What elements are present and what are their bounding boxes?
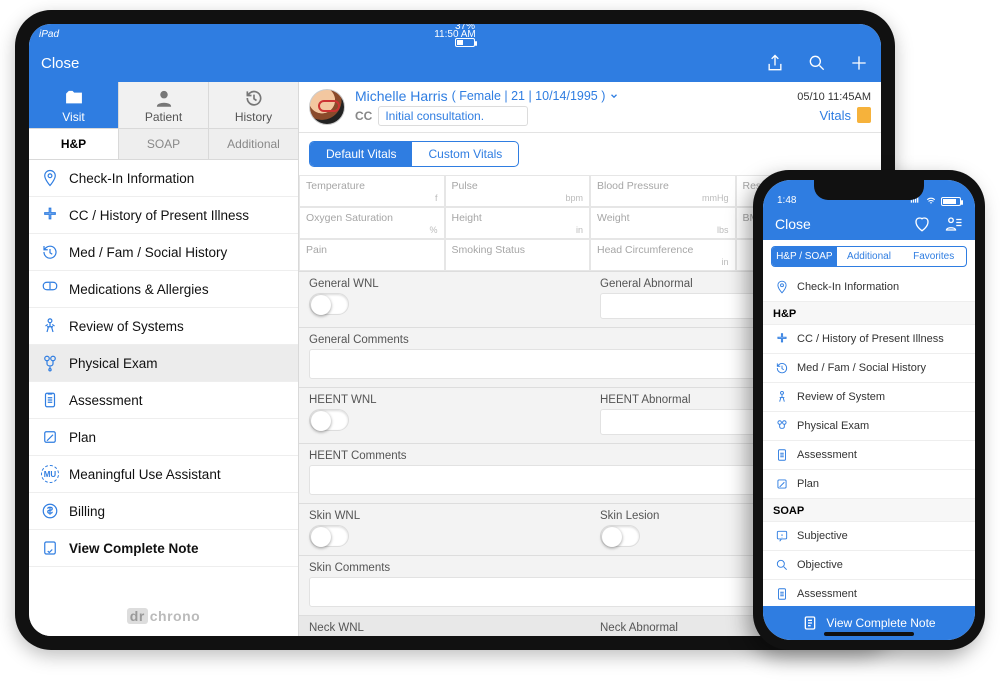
share-icon[interactable] [765,53,785,73]
iphone-segmented: H&P / SOAP Additional Favorites [771,246,967,267]
ph-pe[interactable]: Physical Exam [763,412,975,441]
ph-med-history[interactable]: Med / Fam / Social History [763,354,975,383]
ph-section-soap: SOAP [763,499,975,522]
ipad-nav-bar: Close [29,44,881,82]
ph-cc[interactable]: CC / History of Present Illness [763,325,975,354]
side-checkin[interactable]: Check-In Information [29,160,298,197]
vital-pulse[interactable]: Pulsebpm [445,175,591,207]
subtab-hp[interactable]: H&P [29,129,119,159]
iphone-device: 1:48 Close H&P / SOAP Additional Favorit… [753,170,985,650]
general-wnl-toggle[interactable] [309,293,349,315]
heart-icon[interactable] [913,215,931,233]
vital-temperature[interactable]: Temperaturef [299,175,445,207]
battery-icon [455,38,475,47]
ph-assessment[interactable]: Assessment [763,441,975,470]
sub-tabs: H&P SOAP Additional [29,129,298,160]
seg-favorites[interactable]: Favorites [901,247,966,266]
ph-objective[interactable]: Objective [763,551,975,580]
skin-lesion-toggle[interactable] [600,525,640,547]
notch [814,180,924,200]
patient-meta: ( Female | 21 | 10/14/1995 ) [452,89,606,103]
side-physical-exam[interactable]: Physical Exam [29,345,298,382]
skin-wnl: Skin WNL [299,503,590,555]
cc-field[interactable]: Initial consultation. [378,106,528,126]
iphone-screen: 1:48 Close H&P / SOAP Additional Favorit… [763,180,975,640]
tab-patient[interactable]: Patient [119,82,209,128]
plus-icon[interactable] [849,53,869,73]
vitals-segmented: Default Vitals Custom Vitals [309,141,519,167]
ph-section-hp: H&P [763,302,975,325]
home-indicator [824,632,914,636]
tab-history[interactable]: History [209,82,298,128]
general-wnl: General WNL [299,271,590,327]
skin-wnl-toggle[interactable] [309,525,349,547]
heent-wnl: HEENT WNL [299,387,590,443]
side-list: Check-In Information CC / History of Pre… [29,160,298,596]
ph-assessment2[interactable]: Assessment [763,580,975,606]
side-view-note[interactable]: View Complete Note [29,530,298,567]
tab-visit[interactable]: Visit [29,82,119,128]
ph-subjective[interactable]: Subjective [763,522,975,551]
left-panel: Visit Patient History H&P SOAP Additiona… [29,82,299,636]
seg-hp-soap[interactable]: H&P / SOAP [772,247,837,266]
iphone-list: Check-In Information H&P CC / History of… [763,273,975,606]
brand-label: drchrono [29,596,298,636]
mu-icon: MU [41,465,59,483]
vital-smoking[interactable]: Smoking Status [445,239,591,271]
neck-wnl: Neck WNL [299,615,590,636]
vital-height[interactable]: Heightin [445,207,591,239]
vitals-link[interactable]: Vitals [819,107,871,123]
patient-avatar[interactable] [309,89,345,125]
side-mu[interactable]: MUMeaningful Use Assistant [29,456,298,493]
top-tabs: Visit Patient History [29,82,298,129]
ipad-status-bar: iPad 11:50 AM 37% [29,24,881,44]
subtab-soap[interactable]: SOAP [119,129,209,159]
wifi-icon [925,196,937,206]
side-assessment[interactable]: Assessment [29,382,298,419]
user-menu-icon[interactable] [945,215,963,233]
ph-ros[interactable]: Review of System [763,383,975,412]
iphone-nav-bar: Close [763,208,975,240]
patient-bar: Michelle Harris ( Female | 21 | 10/14/19… [299,82,881,133]
tab-patient-label: Patient [145,110,182,124]
vital-head[interactable]: Head Circumferencein [590,239,736,271]
side-ros[interactable]: Review of Systems [29,308,298,345]
ph-plan[interactable]: Plan [763,470,975,499]
close-button[interactable]: Close [41,55,79,72]
document-icon [857,107,871,123]
seg-custom-vitals[interactable]: Custom Vitals [412,142,518,166]
vital-pain[interactable]: Pain [299,239,445,271]
ph-checkin[interactable]: Check-In Information [763,273,975,302]
search-icon[interactable] [807,53,827,73]
vital-o2[interactable]: Oxygen Saturation% [299,207,445,239]
heent-wnl-toggle[interactable] [309,409,349,431]
vital-bp[interactable]: Blood PressuremmHg [590,175,736,207]
side-cc[interactable]: CC / History of Present Illness [29,197,298,234]
tab-history-label: History [235,110,272,124]
battery-icon [941,197,961,206]
close-button[interactable]: Close [775,216,811,232]
chevron-down-icon[interactable] [609,91,619,101]
subtab-additional[interactable]: Additional [209,129,298,159]
status-time: 1:48 [777,195,796,206]
encounter-timestamp: 05/10 11:45AM [797,91,871,103]
patient-name[interactable]: Michelle Harris [355,88,448,104]
seg-additional[interactable]: Additional [837,247,902,266]
device-label: iPad [39,29,59,40]
side-medications[interactable]: Medications & Allergies [29,271,298,308]
seg-default-vitals[interactable]: Default Vitals [310,142,412,166]
cc-label: CC [355,109,372,123]
side-billing[interactable]: Billing [29,493,298,530]
tab-visit-label: Visit [62,110,84,124]
side-med-history[interactable]: Med / Fam / Social History [29,234,298,271]
vital-weight[interactable]: Weightlbs [590,207,736,239]
side-plan[interactable]: Plan [29,419,298,456]
note-icon [802,615,818,631]
